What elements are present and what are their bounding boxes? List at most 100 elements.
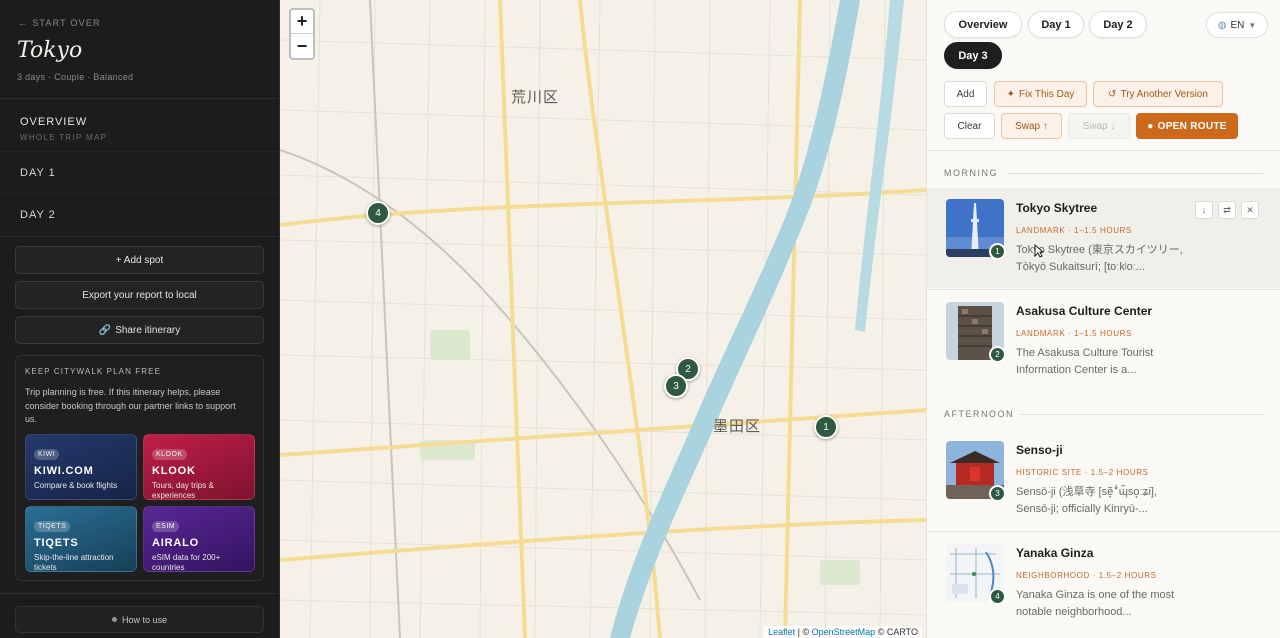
spot-card[interactable]: 2 Asakusa Culture Center LANDMARK · 1–1.… [927, 291, 1280, 391]
nav-day-2[interactable]: DAY 2 [20, 209, 56, 221]
map[interactable]: 荒川区 墨田区 + − 1 2 3 4 Leaflet | © OpenStre… [280, 0, 926, 638]
spot-category: LANDMARK · 1–1.5 HOURS [1016, 226, 1132, 235]
city-title: Tokyo [17, 38, 83, 63]
swap-down-button[interactable]: Swap ↓ [1068, 113, 1130, 139]
partner-desc: Compare & book flights [34, 481, 118, 490]
map-attribution: Leaflet | © OpenStreetMap © CARTO [764, 626, 922, 638]
spot-card[interactable]: 1 Tokyo Skytree LANDMARK · 1–1.5 HOURS T… [927, 188, 1280, 288]
map-pin-icon: ● [1147, 120, 1154, 132]
spot-name: Asakusa Culture Center [1016, 304, 1153, 318]
zoom-control: + − [289, 8, 315, 60]
section-afternoon: AFTERNOON [944, 409, 1015, 419]
partner-card-kiwi[interactable]: KIWI KIWI.COM Compare & book flights [25, 434, 137, 500]
sidebar: ← START OVER Tokyo 3 days · Couple · Bala… [0, 0, 280, 638]
nav-day-1[interactable]: DAY 1 [20, 167, 56, 179]
attribution-sep: | © [795, 627, 812, 637]
spot-category: NEIGHBORHOOD · 1.5–2 HOURS [1016, 571, 1157, 580]
share-itinerary-button[interactable]: 🔗 Share itinerary [15, 316, 264, 344]
try-another-version-button[interactable]: ↺ Try Another Version [1093, 81, 1223, 107]
how-to-label: How to use [121, 614, 168, 625]
tab-day-2[interactable]: Day 2 [1089, 11, 1147, 38]
spot-category: LANDMARK · 1–1.5 HOURS [1016, 329, 1132, 338]
start-over-link[interactable]: ← START OVER [18, 18, 101, 28]
osm-link[interactable]: OpenStreetMap [812, 627, 876, 637]
partner-name: KLOOK [152, 465, 196, 477]
language-value: EN [1230, 19, 1245, 31]
spot-description: The Asakusa Culture Tourist Information … [1016, 347, 1154, 376]
partner-name: TIQETS [34, 537, 79, 549]
export-button[interactable]: Export your report to local [15, 281, 264, 309]
spot-category: HISTORIC SITE · 1.5–2 HOURS [1016, 468, 1149, 477]
carto-credit: © CARTO [875, 627, 918, 637]
section-morning: MORNING [944, 168, 998, 178]
tab-overview[interactable]: Overview [944, 11, 1022, 38]
itinerary-panel: Overview Day 1 Day 2 Day 3 ◍ EN ▼ Add ✦ F… [926, 0, 1280, 638]
leaflet-link[interactable]: Leaflet [768, 627, 795, 637]
nav-overview-sub: WHOLE TRIP MAP [20, 133, 108, 142]
spot-number-badge: 1 [989, 243, 1006, 260]
divider [0, 236, 279, 237]
export-label: Export your report to local [82, 289, 197, 301]
divider [927, 289, 1280, 290]
spot-number-badge: 4 [989, 588, 1006, 605]
arrow-left-icon: ← [18, 18, 29, 28]
share-label: Share itinerary [115, 324, 181, 336]
nav-overview[interactable]: OVERVIEW [20, 116, 87, 128]
spot-card[interactable]: 3 Senso-ji HISTORIC SITE · 1.5–2 HOURS S… [927, 430, 1280, 530]
partner-tag: KIWI [34, 449, 60, 460]
map-marker-4[interactable]: 4 [366, 201, 390, 225]
globe-icon: ◍ [1217, 19, 1227, 31]
swap-icon[interactable]: ⇄ [1218, 201, 1236, 219]
clear-button[interactable]: Clear [944, 113, 995, 139]
chevron-down-icon: ▼ [1248, 20, 1257, 30]
spot-card[interactable]: 4 Yanaka Ginza NEIGHBORHOOD · 1.5–2 HOUR… [927, 533, 1280, 633]
partner-desc: Skip-the-line attraction tickets [34, 553, 114, 572]
tab-day-3[interactable]: Day 3 [944, 42, 1002, 69]
map-marker-3[interactable]: 3 [664, 374, 688, 398]
how-to-use-button[interactable]: How to use [15, 606, 264, 633]
spot-description: Sensō-ji (浅草寺 [sẽ̞ꜜɰ̃so̞ːʑi], Sensō-ji; … [1016, 486, 1158, 515]
partner-card-tiqets[interactable]: TIQETS TIQETS Skip-the-line attraction t… [25, 506, 137, 572]
zoom-in-button[interactable]: + [291, 10, 313, 34]
add-button[interactable]: Add [944, 81, 987, 107]
partner-desc: eSIM data for 200+ countries [152, 553, 221, 572]
partner-card-airalo[interactable]: ESIM AIRALO eSIM data for 200+ countries [143, 506, 255, 572]
language-select[interactable]: ◍ EN ▼ [1206, 12, 1268, 38]
spot-name: Tokyo Skytree [1016, 201, 1098, 215]
tab-day-1[interactable]: Day 1 [1028, 11, 1084, 38]
link-icon: 🔗 [98, 324, 112, 336]
promo-text: Trip planning is free. If this itinerary… [25, 387, 236, 424]
divider [0, 151, 279, 152]
close-icon[interactable]: ✕ [1241, 201, 1259, 219]
ward-label-sumida: 墨田区 [713, 417, 762, 435]
swap-up-button[interactable]: Swap ↑ [1001, 113, 1062, 139]
divider [0, 593, 279, 594]
spot-description: Yanaka Ginza is one of the most notable … [1016, 589, 1175, 618]
add-spot-label: + Add spot [115, 254, 164, 266]
mouse-pointer-icon [1034, 244, 1044, 258]
divider [0, 193, 279, 194]
spot-name: Senso-ji [1016, 443, 1063, 457]
divider [927, 531, 1280, 532]
partner-name: KIWI.COM [34, 465, 94, 477]
open-route-button[interactable]: ● OPEN ROUTE [1136, 113, 1238, 139]
partner-card-klook[interactable]: KLOOK KLOOK Tours, day trips & experienc… [143, 434, 255, 500]
start-over-label: START OVER [32, 18, 101, 28]
open-route-label: OPEN ROUTE [1157, 120, 1227, 132]
section-line [1020, 414, 1263, 415]
move-down-icon[interactable]: ↓ [1195, 201, 1213, 219]
map-marker-1[interactable]: 1 [814, 415, 838, 439]
partner-name: AIRALO [152, 537, 199, 549]
fix-label: Fix This Day [1019, 88, 1075, 100]
divider [927, 150, 1280, 151]
section-line [1008, 173, 1263, 174]
spot-name: Yanaka Ginza [1016, 546, 1094, 560]
zoom-out-button[interactable]: − [291, 34, 313, 58]
fix-this-day-button[interactable]: ✦ Fix This Day [994, 81, 1087, 107]
ward-label-arakawa: 荒川区 [511, 88, 560, 106]
map-tiles [280, 0, 926, 638]
trip-meta: 3 days · Couple · Balanced [17, 72, 134, 82]
partner-tag: ESIM [152, 521, 180, 532]
info-dot-icon [111, 617, 117, 622]
add-spot-button[interactable]: + Add spot [15, 246, 264, 274]
